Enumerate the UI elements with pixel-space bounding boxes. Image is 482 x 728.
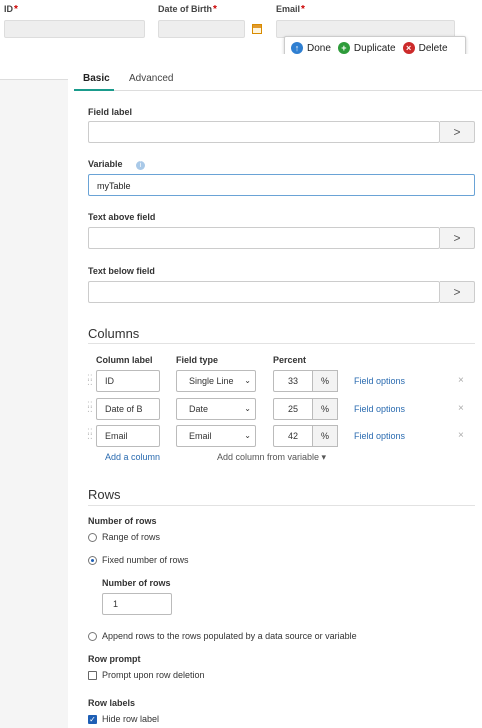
append-rows-radio[interactable] xyxy=(88,632,97,641)
append-rows-label[interactable]: Append rows to the rows populated by a d… xyxy=(102,631,357,641)
divider xyxy=(88,343,475,344)
row-labels-heading: Row labels xyxy=(88,698,136,708)
text-above-input[interactable] xyxy=(88,227,440,249)
hide-row-label-checkbox[interactable]: ✓ xyxy=(88,715,97,724)
percent-symbol: % xyxy=(313,425,338,447)
preview-label-id: ID* xyxy=(4,4,18,15)
percent-symbol: % xyxy=(313,398,338,420)
drag-handle-icon[interactable]: ⁚⁚ ⁚⁚ xyxy=(87,428,93,442)
prompt-upon-deletion-checkbox[interactable] xyxy=(88,671,97,680)
calendar-icon[interactable] xyxy=(252,24,262,34)
drag-handle-icon[interactable]: ⁚⁚ ⁚⁚ xyxy=(87,401,93,415)
field-type-select[interactable]: Single Line ⌄ xyxy=(176,370,256,392)
range-of-rows-radio[interactable] xyxy=(88,533,97,542)
variable-input[interactable]: myTable xyxy=(88,174,475,196)
percent-input[interactable]: 33 xyxy=(273,370,313,392)
chevron-down-icon: ⌄ xyxy=(244,431,251,440)
number-of-rows-heading: Number of rows xyxy=(88,516,157,526)
text-below-label: Text below field xyxy=(88,266,155,276)
field-label-label: Field label xyxy=(88,107,133,117)
percent-header: Percent xyxy=(273,355,307,365)
tab-basic[interactable]: Basic xyxy=(83,73,110,84)
preview-label-email: Email* xyxy=(276,4,305,15)
text-below-input[interactable] xyxy=(88,281,440,303)
duplicate-button[interactable]: + Duplicate xyxy=(337,42,396,54)
preview-field-dob[interactable] xyxy=(158,20,245,38)
text-above-label: Text above field xyxy=(88,212,156,222)
fixed-rows-count-label: Number of rows xyxy=(102,578,171,588)
field-options-link[interactable]: Field options xyxy=(354,376,405,386)
text-above-expand-button[interactable]: > xyxy=(440,227,475,249)
drag-handle-icon[interactable]: ⁚⁚ ⁚⁚ xyxy=(87,374,93,388)
variable-label: Variable xyxy=(88,159,123,169)
column-label-input[interactable]: ID xyxy=(96,370,160,392)
field-options-link[interactable]: Field options xyxy=(354,431,405,441)
fixed-number-of-rows-label[interactable]: Fixed number of rows xyxy=(102,555,189,565)
column-label-input[interactable]: Email xyxy=(96,425,160,447)
fixed-number-of-rows-radio[interactable] xyxy=(88,556,97,565)
chevron-down-icon: ⌄ xyxy=(244,404,251,413)
number-of-rows-input[interactable]: 1 xyxy=(102,593,172,615)
add-column-link[interactable]: Add a column xyxy=(105,452,160,462)
plus-icon: + xyxy=(337,42,350,54)
delete-button[interactable]: × Delete xyxy=(402,42,448,54)
percent-input[interactable]: 25 xyxy=(273,398,313,420)
percent-input[interactable]: 42 xyxy=(273,425,313,447)
rows-section-title: Rows xyxy=(88,487,121,502)
properties-panel: Basic Advanced Field label > Variable i … xyxy=(74,54,482,728)
arrow-up-icon: ↑ xyxy=(291,42,303,54)
remove-column-icon[interactable]: × xyxy=(458,403,464,414)
hide-row-label-label[interactable]: Hide row label xyxy=(102,714,159,724)
field-type-select[interactable]: Email ⌄ xyxy=(176,425,256,447)
add-column-from-variable-link[interactable]: Add column from variable ▾ xyxy=(217,452,326,463)
x-icon: × xyxy=(402,42,415,54)
tab-bar: Basic Advanced xyxy=(74,71,482,91)
remove-column-icon[interactable]: × xyxy=(458,430,464,441)
field-type-header: Field type xyxy=(176,355,219,365)
range-of-rows-label[interactable]: Range of rows xyxy=(102,532,160,542)
column-label-input[interactable]: Date of B xyxy=(96,398,160,420)
canvas-header xyxy=(0,54,68,80)
field-label-input[interactable] xyxy=(88,121,440,143)
active-tab-indicator xyxy=(74,89,114,91)
column-label-header: Column label xyxy=(96,355,153,365)
canvas-area xyxy=(0,54,68,728)
preview-field-id[interactable] xyxy=(4,20,145,38)
row-prompt-heading: Row prompt xyxy=(88,654,141,664)
chevron-down-icon: ⌄ xyxy=(244,376,251,385)
remove-column-icon[interactable]: × xyxy=(458,375,464,386)
prompt-upon-deletion-label[interactable]: Prompt upon row deletion xyxy=(102,670,205,680)
percent-symbol: % xyxy=(313,370,338,392)
done-button[interactable]: ↑ Done xyxy=(291,42,331,54)
tab-advanced[interactable]: Advanced xyxy=(129,73,173,84)
text-below-expand-button[interactable]: > xyxy=(440,281,475,303)
field-type-select[interactable]: Date ⌄ xyxy=(176,398,256,420)
field-options-link[interactable]: Field options xyxy=(354,404,405,414)
divider xyxy=(88,505,475,506)
info-icon[interactable]: i xyxy=(136,161,145,170)
preview-label-dob: Date of Birth* xyxy=(158,4,217,15)
columns-section-title: Columns xyxy=(88,326,140,341)
field-label-expand-button[interactable]: > xyxy=(440,121,475,143)
